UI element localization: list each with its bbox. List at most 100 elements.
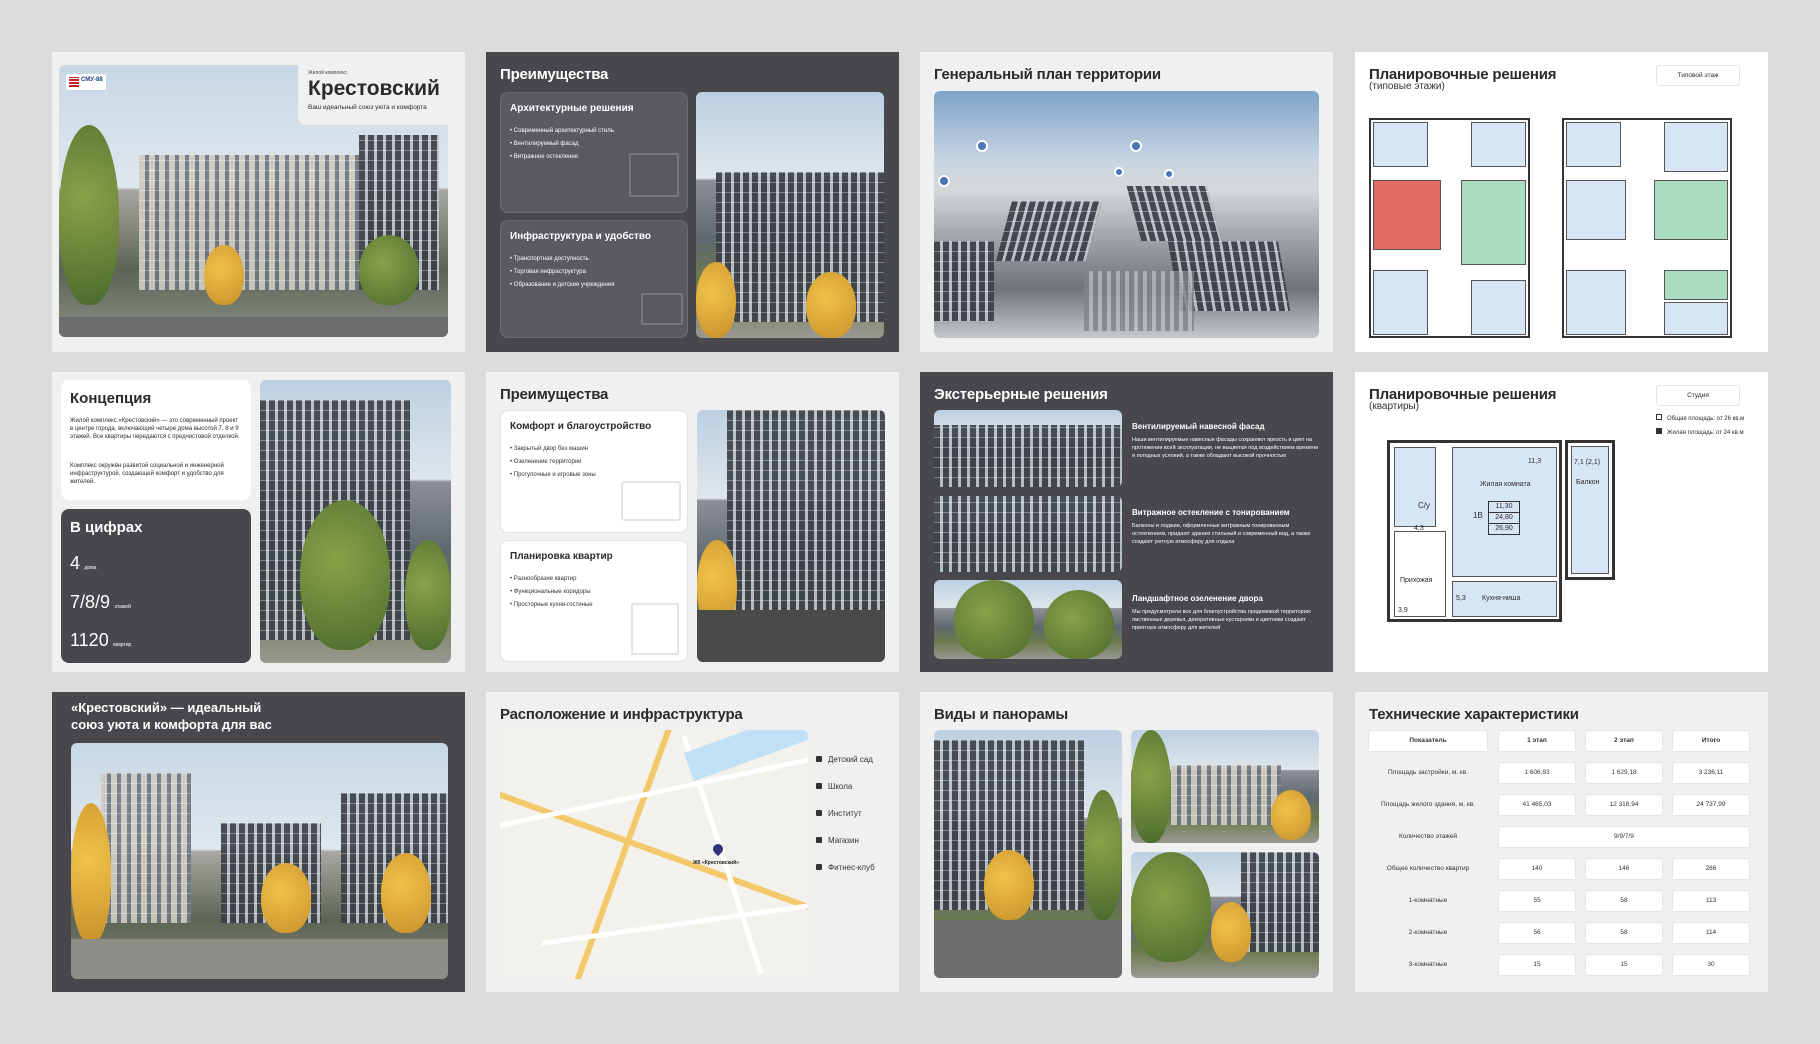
table-cell: 58: [1585, 922, 1663, 944]
stat-houses: 4 дома: [70, 553, 97, 573]
card-infrastructure: Инфраструктура и удобство Транспортная д…: [500, 220, 688, 338]
view-photo-3: [1131, 852, 1319, 978]
school-icon: [816, 783, 822, 789]
map-pin-icon[interactable]: [1130, 140, 1142, 152]
slide-apartment-plan[interactable]: Планировочные решения (квартиры) Студия …: [1355, 372, 1768, 672]
table-cell: 140: [1498, 858, 1576, 880]
card-list: Закрытый двор без машин Озеленение терри…: [510, 443, 596, 482]
cover-tagline: Ваш идеальный союз уюта и комфорта: [308, 104, 427, 111]
map-pin-icon[interactable]: [1164, 169, 1174, 179]
slide-tech-specs[interactable]: Технические характеристики Показатель 1 …: [1355, 692, 1768, 992]
view-photo-2: [1131, 730, 1319, 843]
concept-text-1: Жилой комплекс «Крестовский» — это совре…: [70, 418, 240, 440]
table-row-label: Площадь жилого здания, м. кв.: [1381, 801, 1475, 808]
table-row-label: 2-комнатные: [1408, 929, 1448, 936]
playground-photo: [697, 410, 885, 662]
table-row-label: Площадь застройки, м. кв.: [1387, 769, 1469, 776]
slide-title: Виды и панорамы: [934, 706, 1068, 723]
table-header: Итого: [1672, 730, 1750, 752]
slide-title: Экстерьерные решения: [934, 386, 1108, 403]
numbers-card: В цифрах 4 дома 7/8/9 этажей 1120 кварти…: [61, 509, 251, 663]
exterior-item-2: Витражное остекление с тонированием Балк…: [1132, 508, 1311, 545]
table-cell: 24 737,99: [1672, 794, 1750, 816]
advantages-photo: [696, 92, 884, 338]
map-pin-icon[interactable]: [1114, 167, 1124, 177]
card-title: Планировка квартир: [510, 551, 613, 562]
apartment-type-selector[interactable]: Студия: [1656, 385, 1740, 406]
cart-icon: [816, 837, 822, 843]
concept-card: Концепция Жилой комплекс «Крестовский» —…: [61, 380, 251, 500]
exterior-photo-2: [934, 496, 1122, 572]
dumbbell-icon: [816, 864, 822, 870]
card-title: Архитектурные решения: [510, 103, 634, 114]
slide-title: Преимущества: [500, 386, 609, 403]
house-icon: [629, 153, 679, 197]
numbers-title: В цифрах: [70, 519, 143, 536]
slide-advantages-2[interactable]: Преимущества Комфорт и благоустройство З…: [486, 372, 899, 672]
slide-title: Преимущества: [500, 66, 609, 83]
location-map[interactable]: ЖК «Крестовский»: [500, 730, 808, 979]
bench-tree-icon: [621, 481, 681, 521]
slide-subtitle: (типовые этажи): [1369, 81, 1445, 92]
institute-icon: [816, 810, 822, 816]
apartment-plan[interactable]: С/у 4,3 Прихожая 3,9 11,3 Жилая комната …: [1387, 440, 1562, 622]
exterior-photo-1: [934, 410, 1122, 487]
table-cell: 15: [1498, 954, 1576, 976]
slide-views[interactable]: Виды и панорамы: [920, 692, 1333, 992]
balcony-plan[interactable]: 7,1 (2,1) Балкон: [1565, 440, 1615, 580]
card-layouts: Планировка квартир Разнообразие квартир …: [500, 540, 688, 662]
table-cell: 1 629,18: [1585, 762, 1663, 784]
legend-total-area[interactable]: Общая площадь: от 26 кв.м: [1656, 414, 1744, 422]
slide-title: Генеральный план территории: [934, 66, 1161, 83]
legend-living-area[interactable]: Жилая площадь: от 24 кв.м: [1656, 428, 1744, 436]
table-cell: 41 465,03: [1498, 794, 1576, 816]
slide-title: Технические характеристики: [1369, 706, 1579, 723]
table-cell: 113: [1672, 890, 1750, 912]
table-cell: 1 606,93: [1498, 762, 1576, 784]
slide-exterior[interactable]: Экстерьерные решения Вентилируемый навес…: [920, 372, 1333, 672]
slide-concept[interactable]: Концепция Жилой комплекс «Крестовский» —…: [52, 372, 465, 672]
slide-cover[interactable]: Жилой комплекс Крестовский Ваш идеальный…: [52, 52, 465, 352]
concept-title: Концепция: [70, 390, 152, 407]
slide-floor-plans[interactable]: Планировочные решения (типовые этажи) Ти…: [1355, 52, 1768, 352]
slide-title: «Крестовский» — идеальный союз уюта и ко…: [71, 700, 272, 732]
cover-title-box: Жилой комплекс Крестовский Ваш идеальный…: [298, 65, 448, 125]
slide-advantages-1[interactable]: Преимущества Архитектурные решения Совре…: [486, 52, 899, 352]
legend-shop[interactable]: Магазин: [816, 836, 859, 845]
table-row-label: 1-комнатные: [1408, 897, 1448, 904]
concept-text-2: Комплекс окружён развитой социальной и и…: [70, 463, 224, 485]
view-photo-1: [934, 730, 1122, 978]
stat-apartments: 1120 квартир: [70, 630, 132, 650]
card-title: Комфорт и благоустройство: [510, 421, 652, 432]
table-cell: 58: [1585, 890, 1663, 912]
table-row-label: 3-комнатные: [1408, 961, 1448, 968]
slide-master-plan[interactable]: Генеральный план территории: [920, 52, 1333, 352]
floor-type-selector[interactable]: Типовой этаж: [1656, 65, 1740, 86]
card-list: Транспортная доступность Торговая инфрас…: [510, 253, 615, 292]
stat-floors: 7/8/9 этажей: [70, 592, 131, 612]
slide-tagline[interactable]: «Крестовский» — идеальный союз уюта и ко…: [52, 692, 465, 992]
slide-location[interactable]: Расположение и инфраструктура ЖК «Кресто…: [486, 692, 899, 992]
card-comfort: Комфорт и благоустройство Закрытый двор …: [500, 410, 688, 533]
floor-plan-2[interactable]: [1562, 118, 1732, 338]
map-marker-label: ЖК «Крестовский»: [693, 860, 739, 866]
legend-fitness[interactable]: Фитнес-клуб: [816, 863, 875, 872]
table-header: 1 этап: [1498, 730, 1576, 752]
map-pin-icon[interactable]: [938, 175, 950, 187]
slide-title: Расположение и инфраструктура: [500, 706, 743, 723]
table-header: 2 этап: [1585, 730, 1663, 752]
table-cell: 3 236,11: [1672, 762, 1750, 784]
floorplan-icon: [631, 603, 679, 655]
floor-plan-1[interactable]: [1369, 118, 1530, 338]
table-cell: 12 318,94: [1585, 794, 1663, 816]
map-pin-icon[interactable]: [976, 140, 988, 152]
legend-school[interactable]: Школа: [816, 782, 852, 791]
legend-institute[interactable]: Институт: [816, 809, 862, 818]
table-cell-merged: 9/9/7/9: [1498, 826, 1750, 848]
legend-kindergarten[interactable]: Детский сад: [816, 755, 873, 764]
company-logo: СМУ-88: [66, 74, 106, 90]
table-cell: 30: [1672, 954, 1750, 976]
table-row-label: Общее количество квартир: [1386, 865, 1470, 872]
complex-label: Жилой комплекс: [308, 70, 347, 76]
exterior-item-1: Вентилируемый навесной фасад Наши вентил…: [1132, 422, 1319, 459]
